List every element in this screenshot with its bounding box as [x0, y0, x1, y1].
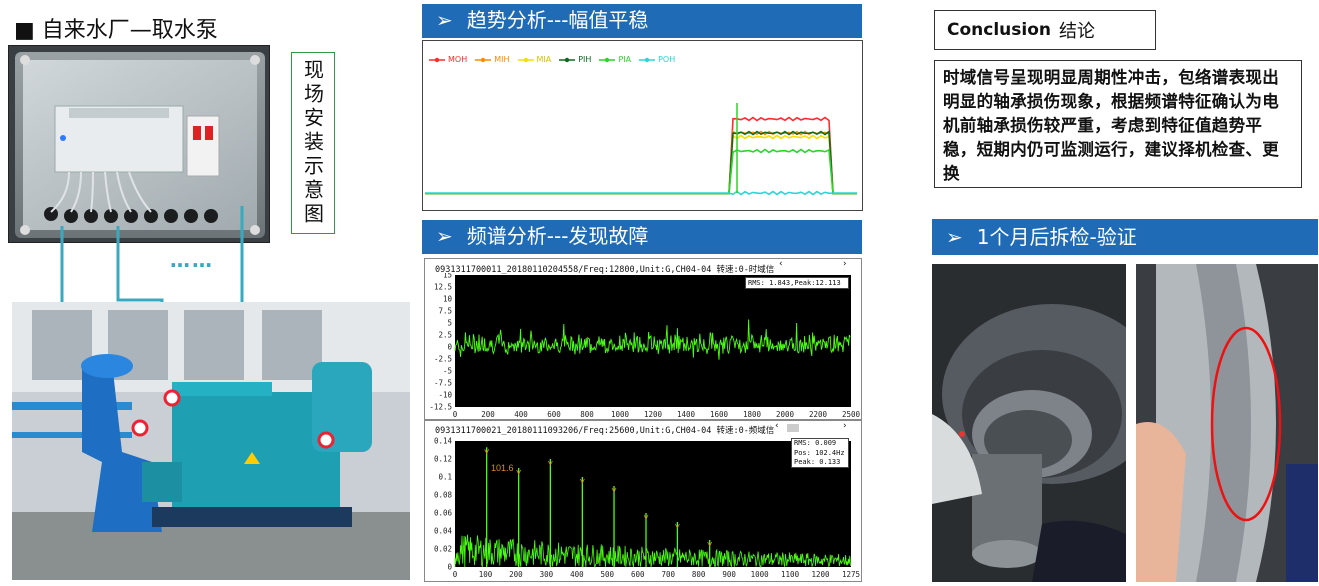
- x-tick-label: 0: [453, 570, 458, 579]
- x-tick-label: 1200: [644, 410, 663, 419]
- x-tick-label: 800: [692, 570, 706, 579]
- time-domain-panel: 0931311700011_20180110204558/Freq:12800,…: [424, 258, 862, 420]
- scroll-left-icon[interactable]: ‹: [779, 259, 783, 269]
- freq-stat-peak: Peak: 0.133: [794, 458, 841, 466]
- x-tick-label: 2200: [809, 410, 828, 419]
- x-tick-label: 900: [722, 570, 736, 579]
- x-tick-label: 400: [514, 410, 528, 419]
- conclusion-text: 时域信号呈现明显周期性冲击，包络谱表现出明显的轴承损伤现象，根据频谱特征确认为电…: [943, 68, 1279, 183]
- y-tick-label: 7.5: [438, 307, 452, 316]
- arrow-icon: ➢: [946, 225, 963, 249]
- scrollbar-thumb[interactable]: [787, 424, 799, 432]
- y-tick-label: 12.5: [434, 283, 452, 292]
- freq-stat-pos: Pos: 102.4Hz: [794, 448, 845, 457]
- y-tick-label: 2.5: [438, 331, 452, 340]
- freq-domain-panel: 0931311700021_20180111093206/Freq:25600,…: [424, 420, 862, 582]
- y-tick-label: -12.5: [429, 403, 452, 412]
- x-tick-label: 300: [540, 570, 554, 579]
- y-tick-label: -10: [438, 391, 452, 400]
- bearing-photo-2: [1136, 264, 1318, 582]
- y-tick-label: 0.14: [434, 437, 453, 446]
- time-domain-plot: 1512.5107.552.50-2.5-5-7.5-10-12.50 200 40…: [429, 273, 861, 419]
- arrow-icon: ➢: [436, 224, 453, 248]
- x-tick-label: 1000: [751, 570, 770, 579]
- peak-marker-label: 101.6: [491, 463, 514, 473]
- y-tick-label: -5: [443, 367, 452, 376]
- y-tick-label: 0.06: [434, 509, 453, 518]
- x-tick-label: 200: [509, 570, 523, 579]
- y-tick-label: 0: [447, 343, 452, 352]
- y-tick-label: 0.12: [434, 455, 452, 464]
- x-tick-label: 500: [601, 570, 615, 579]
- pump-photo: [12, 302, 410, 580]
- conclusion-title-box: Conclusion 结论: [934, 10, 1156, 50]
- y-tick-label: 0: [447, 563, 452, 572]
- y-tick-label: 0.02: [434, 545, 452, 554]
- x-tick-label: 1000: [611, 410, 630, 419]
- x-tick-label: 1800: [743, 410, 762, 419]
- trend-plot: [425, 103, 857, 196]
- verify-header: ➢ 1个月后拆检-验证: [932, 219, 1318, 255]
- scroll-right-icon[interactable]: ›: [843, 259, 847, 269]
- x-tick-label: 600: [547, 410, 561, 419]
- trend-series-line: [425, 130, 857, 195]
- x-tick-label: 2000: [776, 410, 795, 419]
- spectrum-header-label: 频谱分析---发现故障: [466, 224, 649, 248]
- x-tick-label: 200: [481, 410, 495, 419]
- spectrum-header: ➢ 频谱分析---发现故障: [422, 220, 862, 254]
- conclusion-text-box: 时域信号呈现明显周期性冲击，包络谱表现出明显的轴承损伤现象，根据频谱特征确认为电…: [934, 60, 1302, 188]
- trend-header: ➢ 趋势分析---幅值平稳: [422, 4, 862, 38]
- trend-header-label: 趋势分析---幅值平稳: [466, 8, 649, 32]
- x-tick-label: 1400: [677, 410, 696, 419]
- conclusion-title-en: Conclusion: [947, 20, 1051, 40]
- y-tick-label: -2.5: [434, 355, 452, 364]
- x-tick-label: 1275: [842, 570, 860, 579]
- y-tick-label: 10: [443, 295, 453, 304]
- trend-series-line: [425, 129, 857, 195]
- x-tick-label: 1600: [710, 410, 729, 419]
- trend-series-line: [425, 116, 857, 195]
- y-tick-label: 0.04: [434, 527, 453, 536]
- scroll-right-icon[interactable]: ›: [843, 421, 847, 431]
- x-tick-label: 700: [661, 570, 675, 579]
- freq-stat-rms: RMS: 0.009: [794, 439, 837, 447]
- x-tick-label: 100: [479, 570, 493, 579]
- x-tick-label: 1200: [812, 570, 831, 579]
- y-tick-label: 15: [443, 273, 452, 280]
- ellipsis-dots: ……: [170, 248, 214, 272]
- conclusion-title-cn: 结论: [1059, 21, 1095, 42]
- arrow-icon: ➢: [436, 8, 453, 32]
- bearing-photo-1: [932, 264, 1126, 582]
- x-tick-label: 600: [631, 570, 645, 579]
- trend-series-line: [425, 134, 857, 195]
- trend-series-line: [425, 148, 857, 195]
- x-tick-label: 1100: [781, 570, 800, 579]
- x-tick-label: 400: [570, 570, 584, 579]
- trend-chart: MOH MIH MIA PIH PIA POH: [422, 40, 863, 211]
- scroll-left-icon[interactable]: ‹: [775, 421, 779, 431]
- y-tick-label: 0.1: [438, 473, 452, 482]
- verify-header-label: 1个月后拆检-验证: [976, 225, 1137, 249]
- y-tick-label: 5: [447, 319, 452, 328]
- freq-stats-box: RMS: 0.009 Pos: 102.4Hz Peak: 0.133: [791, 438, 849, 468]
- y-tick-label: 0.08: [434, 491, 453, 500]
- x-tick-label: 2500: [842, 410, 861, 419]
- y-tick-label: -7.5: [434, 379, 452, 388]
- x-tick-label: 800: [580, 410, 594, 419]
- x-tick-label: 0: [453, 410, 458, 419]
- time-stats-box: RMS: 1.843,Peak:12.113: [745, 277, 849, 289]
